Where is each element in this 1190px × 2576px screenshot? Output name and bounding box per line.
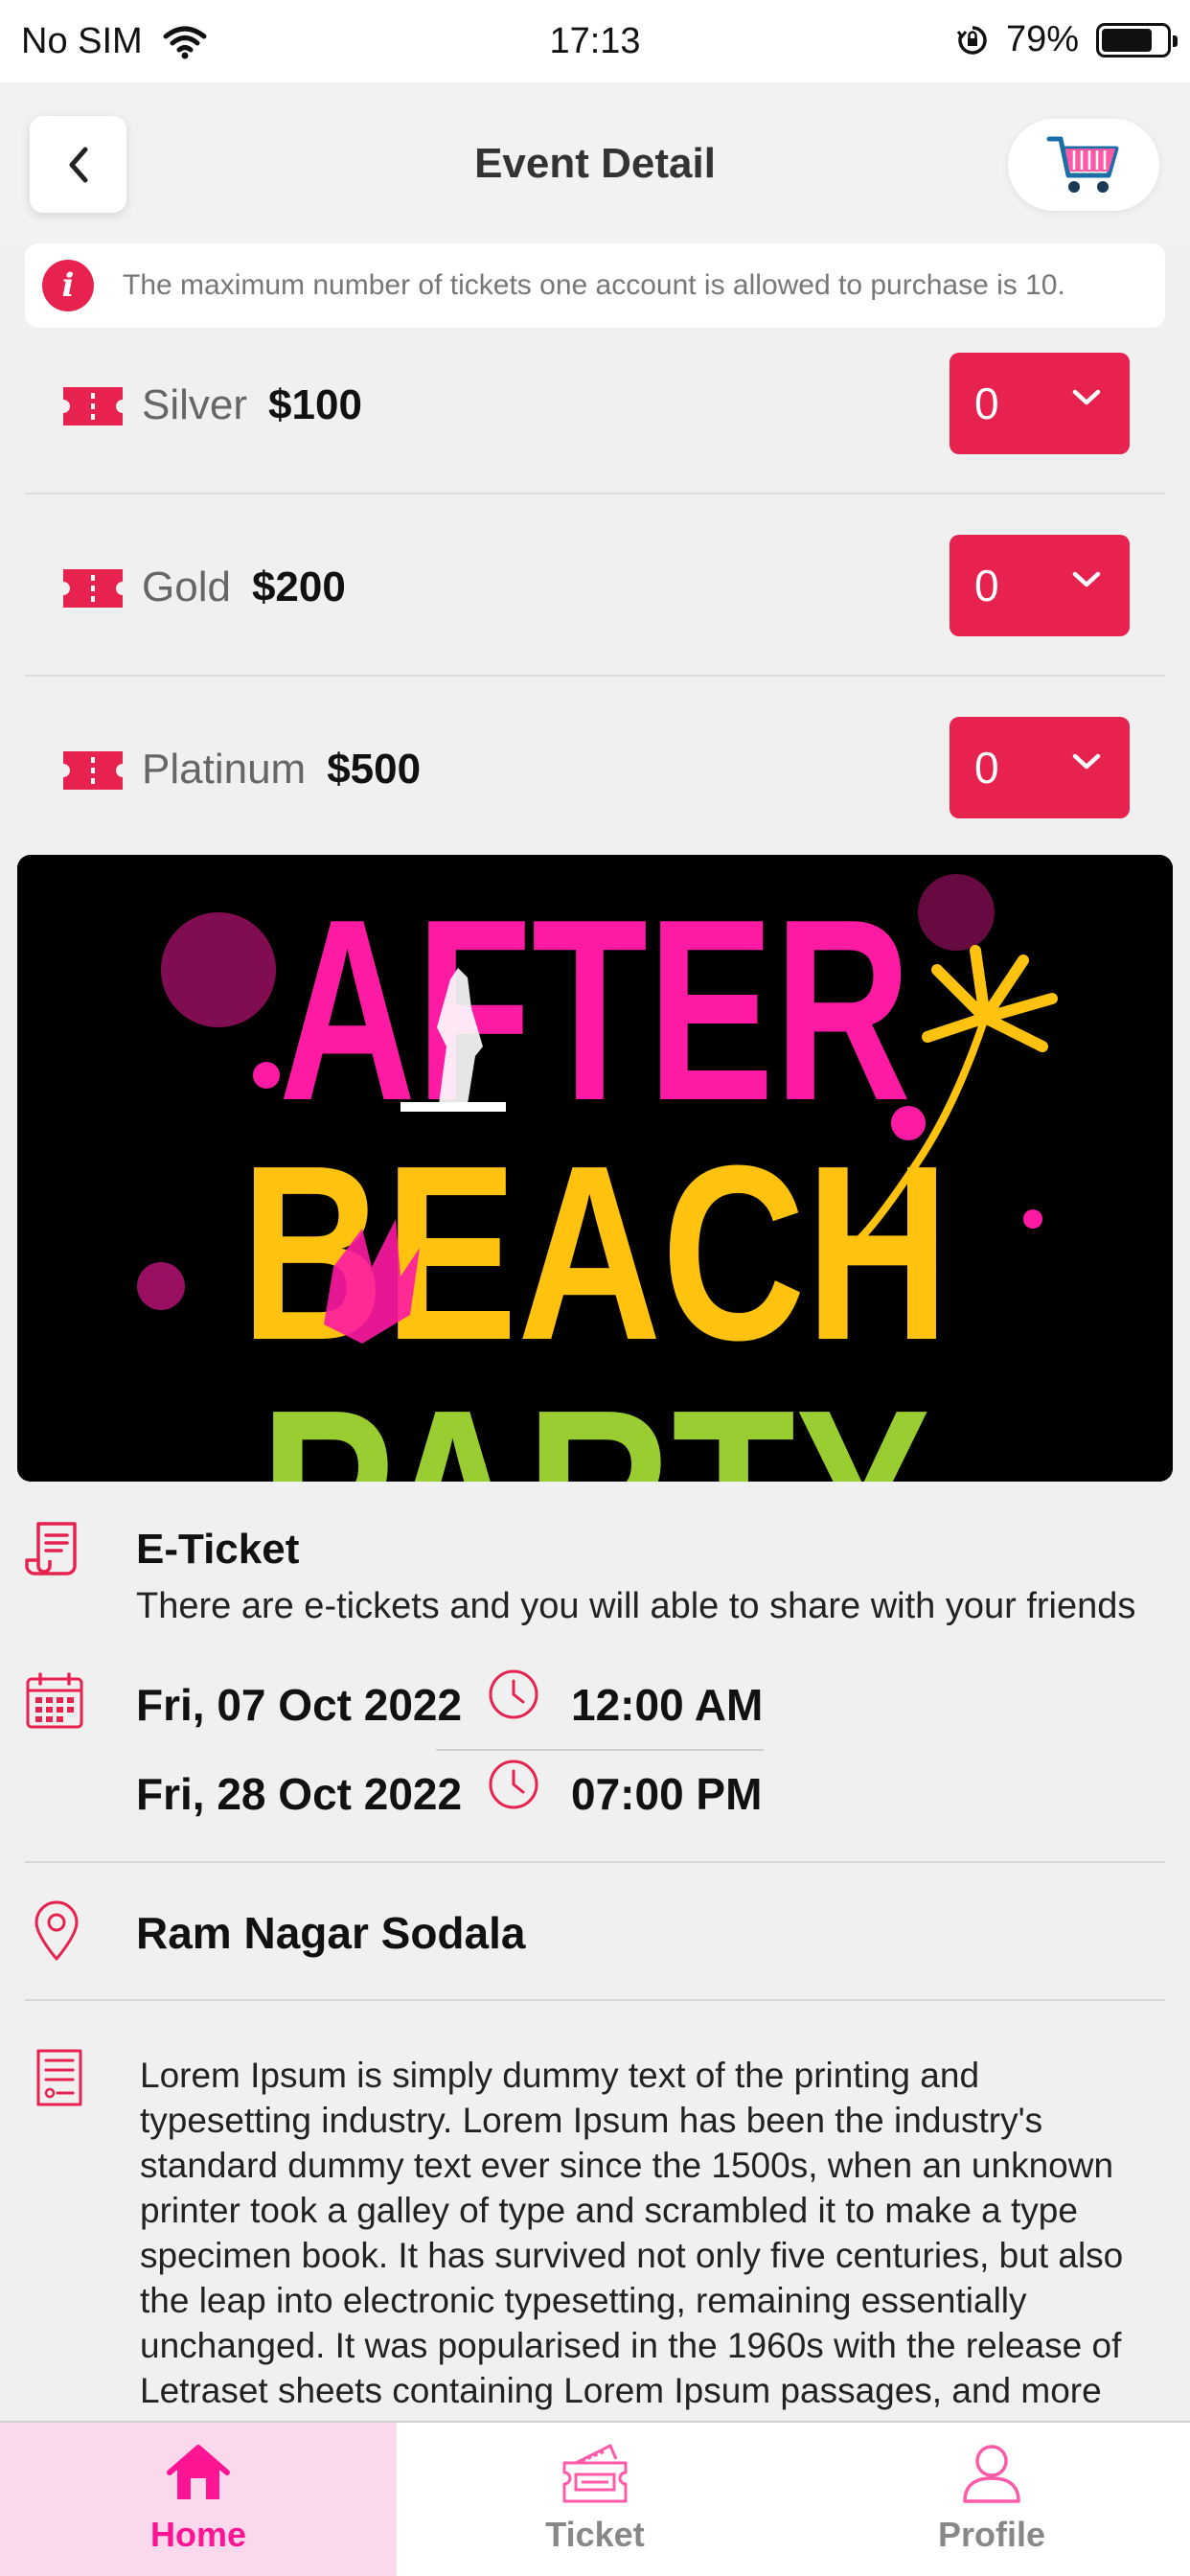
event-poster: AFTER BEACH PARTY (17, 855, 1173, 1482)
eticket-description: There are e-tickets and you will able to… (136, 1586, 1136, 1626)
location-pin-icon (34, 1900, 79, 1961)
chevron-down-icon (1072, 753, 1101, 770)
quantity-select[interactable]: 0 (950, 353, 1130, 454)
clock-icon (489, 1760, 538, 1809)
nav-home[interactable]: Home (0, 2423, 397, 2576)
ticket-icon (63, 751, 123, 790)
event-location: Ram Nagar Sodala (136, 1908, 526, 1958)
ticket-icon (63, 569, 123, 608)
ticket-row-silver: Silver $100 0 (25, 312, 1165, 494)
nav-ticket[interactable]: Ticket (397, 2423, 793, 2576)
header: Event Detail (0, 82, 1190, 245)
event-banner: AFTER BEACH PARTY (17, 855, 1173, 1482)
ticket-tier: Platinum $500 (142, 746, 421, 794)
description-icon (36, 2049, 82, 2106)
quantity-select[interactable]: 0 (950, 535, 1130, 636)
ticket-nav-icon (562, 2444, 628, 2503)
chevron-down-icon (1072, 389, 1101, 405)
end-date: Fri, 28 Oct 2022 (136, 1769, 463, 1819)
bottom-nav: Home Ticket Profile (0, 2421, 1190, 2576)
event-description: Lorem Ipsum is simply dummy text of the … (140, 2056, 1124, 2417)
nav-profile-label: Profile (937, 2515, 1046, 2554)
cart-button[interactable] (1008, 119, 1159, 211)
divider (25, 1861, 1165, 1863)
ticket-row-platinum: Platinum $500 0 (25, 677, 1165, 840)
poster-line-party: PARTY (260, 1359, 930, 1482)
quantity-select[interactable]: 0 (950, 717, 1130, 818)
quantity-value: 0 (974, 379, 999, 428)
ticket-tier: Gold $200 (142, 564, 346, 611)
nav-home-label: Home (149, 2515, 247, 2554)
clock-icon (489, 1669, 538, 1719)
quantity-value: 0 (974, 561, 999, 610)
notice-text: The maximum number of tickets one accoun… (123, 269, 1065, 301)
nav-profile[interactable]: Profile (793, 2423, 1190, 2576)
profile-icon (963, 2445, 1020, 2503)
chevron-down-icon (1072, 571, 1101, 587)
ticket-price: $200 (251, 564, 346, 610)
quantity-value: 0 (974, 743, 999, 793)
start-time: 12:00 AM (571, 1680, 764, 1730)
battery-percent: 79% (1005, 19, 1079, 59)
status-bar: No SIM 17:13 79% (0, 0, 1190, 82)
ticket-row-gold: Gold $200 0 (25, 494, 1165, 677)
cart-icon (1046, 136, 1119, 193)
date-divider (436, 1749, 764, 1751)
calendar-icon (26, 1672, 83, 1729)
start-date: Fri, 07 Oct 2022 (136, 1680, 463, 1730)
poster-line-after: AFTER (279, 866, 911, 1155)
eticket-title: E-Ticket (136, 1526, 300, 1573)
ticket-price: $100 (268, 381, 362, 428)
ticket-icon (63, 387, 123, 426)
end-time: 07:00 PM (571, 1769, 763, 1819)
document-icon (25, 1522, 77, 1576)
orientation-lock-icon (956, 25, 987, 55)
ticket-name: Platinum (142, 746, 307, 793)
info-icon: i (42, 260, 94, 311)
ticket-price: $500 (327, 746, 422, 793)
ticket-name: Silver (142, 381, 248, 428)
battery-icon (1096, 22, 1178, 58)
ticket-tier: Silver $100 (142, 381, 362, 429)
status-right: 79% (956, 19, 1178, 60)
divider (25, 1999, 1165, 2001)
home-icon (167, 2445, 230, 2499)
ticket-name: Gold (142, 564, 231, 610)
nav-ticket-label: Ticket (545, 2515, 645, 2554)
